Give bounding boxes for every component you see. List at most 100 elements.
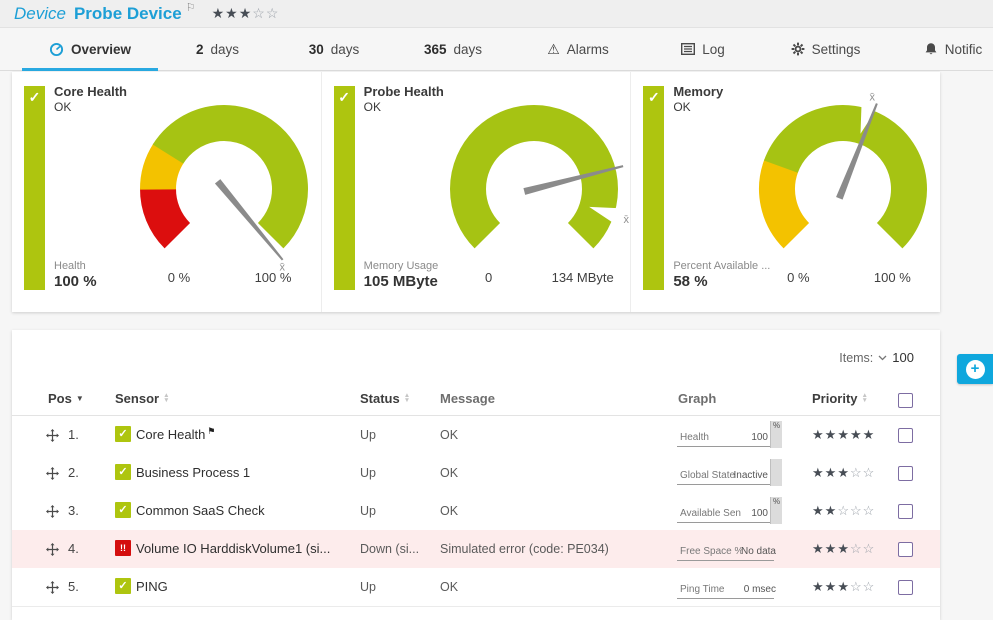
device-priority-stars[interactable]: ★★★☆☆ xyxy=(212,5,280,22)
row-position: 2. xyxy=(68,454,79,492)
tab-notifications[interactable]: Notific xyxy=(888,28,993,70)
page-title: Probe Device xyxy=(74,4,182,24)
gauge-card-memory[interactable]: ✓MemoryOKx̄0 %100 %Percent Available ...… xyxy=(630,72,940,312)
tab-alarms[interactable]: ⚠Alarms xyxy=(513,28,643,70)
star-filled-icon: ★ xyxy=(837,541,850,556)
select-all-checkbox[interactable] xyxy=(898,393,913,408)
priority-stars[interactable]: ★★★☆☆ xyxy=(812,568,875,606)
tab-log[interactable]: Log xyxy=(643,28,763,70)
sensor-name-link[interactable]: Business Process 1 xyxy=(136,454,250,492)
items-value: 100 xyxy=(892,350,914,365)
priority-stars[interactable]: ★★★☆☆ xyxy=(812,454,875,492)
add-button[interactable]: + xyxy=(957,354,993,384)
sensor-ok-icon[interactable]: ✓ xyxy=(115,426,131,442)
gauge-channel-label: Health xyxy=(54,260,166,272)
gauge-channel-value: 105 MByte xyxy=(364,273,438,290)
gauge-icon xyxy=(49,42,64,57)
mini-graph-unit-strip xyxy=(770,459,782,486)
star-filled-icon: ★ xyxy=(812,427,825,442)
tab-label: Settings xyxy=(812,42,861,57)
row-checkbox[interactable] xyxy=(898,580,913,595)
status-ok-bar: ✓ xyxy=(334,86,355,290)
gauge-card-core-health[interactable]: ✓Core HealthOKx̄0 %100 %Health100 % xyxy=(12,72,321,312)
star-filled-icon: ★ xyxy=(812,541,825,556)
sensor-ok-icon[interactable]: ✓ xyxy=(115,502,131,518)
sensor-row[interactable]: 5.✓PINGUpOKPing Time0 msec★★★☆☆ xyxy=(12,568,940,607)
chevron-down-icon xyxy=(878,355,887,361)
row-checkbox[interactable] xyxy=(898,504,913,519)
sensor-ok-icon[interactable]: ✓ xyxy=(115,578,131,594)
items-count-control[interactable]: Items: 100 xyxy=(839,350,914,365)
row-checkbox[interactable] xyxy=(898,466,913,481)
sensor-name-link[interactable]: Core Health⚑ xyxy=(136,416,215,455)
row-checkbox[interactable] xyxy=(898,542,913,557)
gauge-scale-min: 0 % xyxy=(762,270,834,285)
move-handle-icon[interactable] xyxy=(46,505,59,518)
mini-graph-label: Available Sen xyxy=(680,508,741,519)
priority-stars[interactable]: ★★★★★ xyxy=(812,416,875,454)
mini-graph-value: 0 msec xyxy=(744,584,776,595)
move-handle-icon[interactable] xyxy=(46,429,59,442)
priority-stars[interactable]: ★★★☆☆ xyxy=(812,530,875,568)
mini-graph[interactable]: Available Sen100% xyxy=(677,499,782,523)
star-empty-icon: ☆ xyxy=(863,541,876,556)
gauge-status-text: OK xyxy=(673,100,690,114)
sensor-status: Up xyxy=(360,416,376,454)
gauge-card-probe-health[interactable]: ✓Probe HealthOKx̄0134 MByteMemory Usage1… xyxy=(321,72,631,312)
gauge-chart: x̄ xyxy=(400,88,635,283)
star-empty-icon: ☆ xyxy=(252,5,266,21)
column-header-label: Status xyxy=(360,391,400,406)
star-empty-icon: ☆ xyxy=(850,465,863,480)
gear-icon xyxy=(791,42,805,56)
mini-graph[interactable]: Health100% xyxy=(677,423,782,447)
column-header-label: Pos xyxy=(48,391,72,406)
gauge-scale-max: 100 % xyxy=(856,270,928,285)
star-empty-icon: ☆ xyxy=(850,503,863,518)
star-empty-icon: ☆ xyxy=(850,541,863,556)
move-handle-icon[interactable] xyxy=(46,467,59,480)
sensor-row[interactable]: 2.✓Business Process 1UpOKGlobal StateIna… xyxy=(12,454,940,493)
mini-graph[interactable]: Free Space %No data xyxy=(677,537,782,561)
tab-label: days xyxy=(210,42,239,57)
star-empty-icon: ☆ xyxy=(850,579,863,594)
tab-label: days xyxy=(454,42,483,57)
column-header-label: Message xyxy=(440,391,495,406)
column-header-sensor[interactable]: Sensor▲▼ xyxy=(115,391,170,406)
flag-icon[interactable]: ⚐ xyxy=(186,1,196,14)
sensor-message: OK xyxy=(440,568,458,606)
gauge-arc-segment xyxy=(158,153,169,189)
column-header-priority[interactable]: Priority▲▼ xyxy=(812,391,868,406)
mini-graph-value: No data xyxy=(741,546,776,557)
mini-graph[interactable]: Ping Time0 msec xyxy=(677,575,782,599)
sensor-row[interactable]: 1.✓Core Health⚑UpOKHealth100%★★★★★ xyxy=(12,416,940,455)
check-icon: ✓ xyxy=(334,86,355,108)
star-filled-icon: ★ xyxy=(225,5,239,21)
column-header-status[interactable]: Status▲▼ xyxy=(360,391,410,406)
gauge-arc-segment xyxy=(158,188,177,235)
tab-2-days[interactable]: 2days xyxy=(160,28,275,70)
sensor-name-link[interactable]: Volume IO HarddiskVolume1 (si... xyxy=(136,530,330,568)
sensor-name-link[interactable]: PING xyxy=(136,568,168,606)
star-empty-icon: ☆ xyxy=(837,503,850,518)
sensor-row[interactable]: 3.✓Common SaaS CheckUpOKAvailable Sen100… xyxy=(12,492,940,531)
star-empty-icon: ☆ xyxy=(863,465,876,480)
mini-graph[interactable]: Global StateInactive xyxy=(677,461,782,485)
move-handle-icon[interactable] xyxy=(46,581,59,594)
column-header-pos[interactable]: Pos▼ xyxy=(48,391,84,406)
tab-365-days[interactable]: 365days xyxy=(393,28,513,70)
sensor-ok-icon[interactable]: ✓ xyxy=(115,464,131,480)
move-handle-icon[interactable] xyxy=(46,543,59,556)
sensor-error-icon[interactable]: !! xyxy=(115,540,131,556)
tab-settings[interactable]: Settings xyxy=(763,28,888,70)
sensor-row[interactable]: 4.!!Volume IO HarddiskVolume1 (si...Down… xyxy=(12,530,940,570)
row-checkbox[interactable] xyxy=(898,428,913,443)
priority-stars[interactable]: ★★☆☆☆ xyxy=(812,492,875,530)
tab-label: Alarms xyxy=(567,42,609,57)
star-filled-icon: ★ xyxy=(837,579,850,594)
mini-graph-label: Health xyxy=(680,432,709,443)
sensor-name-link[interactable]: Common SaaS Check xyxy=(136,492,265,530)
status-ok-bar: ✓ xyxy=(643,86,664,290)
tab-overview[interactable]: Overview xyxy=(20,28,160,70)
tab-30-days[interactable]: 30days xyxy=(275,28,393,70)
check-icon: ✓ xyxy=(24,86,45,108)
